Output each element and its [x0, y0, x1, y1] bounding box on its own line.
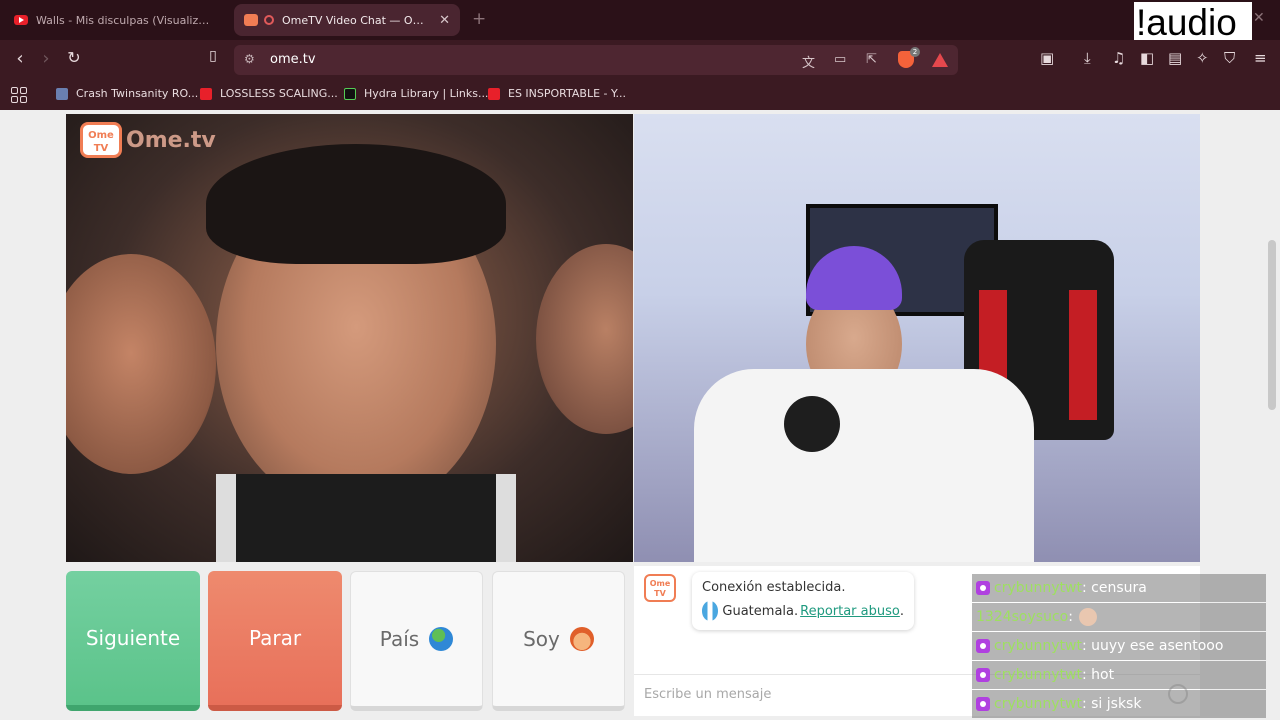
share-icon[interactable]: ⇱: [866, 52, 877, 67]
music-icon[interactable]: ♫: [1112, 49, 1125, 67]
report-suffix: .: [899, 603, 904, 619]
stream-chat-message: crybunnytwt : censura: [972, 574, 1266, 602]
new-tab-button[interactable]: +: [472, 9, 486, 29]
next-label: Siguiente: [85, 626, 181, 650]
page-scrollbar[interactable]: [1268, 240, 1276, 410]
chat-text: : censura: [1081, 580, 1147, 596]
bookmark-es-insportable[interactable]: ES INSPORTABLE - Y...: [488, 87, 626, 100]
stranger-country: Guatemala.: [722, 603, 799, 619]
tab-title: Walls - Mis disculpas (Visualizer) - Yo: [36, 13, 216, 27]
recording-icon: [264, 15, 274, 25]
site-info-icon[interactable]: ⚙: [244, 52, 255, 66]
country-label: País: [379, 627, 420, 651]
close-tab-icon[interactable]: ✕: [439, 13, 450, 28]
browser-toolbar: ‹ › ↻ ▯ ⚙ ome.tv 文 ▭ ⇱ 2 ▣ ⤓ ♫ ◧ ▤ ✧ ⛉ ≡: [0, 40, 1280, 80]
stream-chat-overlay: crybunnytwt : censura 1324soysuco : cryb…: [972, 574, 1266, 720]
stranger-shirt: [216, 474, 516, 562]
bookmark-label: Hydra Library | Links...: [364, 87, 489, 100]
leo-ai-icon[interactable]: ✧: [1196, 49, 1209, 67]
ometv-wordmark: Ome.tv: [126, 127, 216, 153]
game-icon: [56, 87, 68, 100]
tab-bar: Walls - Mis disculpas (Visualizer) - Yo …: [0, 0, 1280, 44]
reload-button[interactable]: ↻: [62, 48, 86, 67]
bookmark-lossless-scaling[interactable]: LOSSLESS SCALING...: [200, 87, 338, 100]
chat-username: crybunnytwt: [994, 638, 1082, 654]
next-button[interactable]: Siguiente: [66, 571, 200, 711]
globe-icon: [429, 627, 454, 651]
chat-username: crybunnytwt: [994, 667, 1082, 683]
bookmarks-bar: Crash Twinsanity RO... LOSSLESS SCALING.…: [0, 80, 1280, 110]
download-icon[interactable]: ⤓: [1084, 49, 1091, 67]
brave-rewards-icon[interactable]: [932, 53, 948, 67]
bookmark-label: LOSSLESS SCALING...: [220, 87, 338, 100]
connection-status: Conexión establecida.: [702, 580, 846, 595]
youtube-icon: [14, 15, 28, 25]
forward-button[interactable]: ›: [34, 48, 58, 69]
youtube-icon: [488, 87, 500, 100]
vpn-shield-icon[interactable]: ⛉: [1224, 49, 1235, 67]
chat-text: : si jsksk: [1081, 696, 1142, 712]
shields-count-badge: 2: [910, 47, 920, 57]
stop-label: Parar: [248, 626, 302, 650]
system-message: Conexión establecida. Guatemala. Reporta…: [692, 572, 914, 630]
apps-grid-icon[interactable]: [11, 87, 27, 103]
bookmark-crash-twinsanity[interactable]: Crash Twinsanity RO...: [56, 87, 198, 100]
sidebar-icon[interactable]: ◧: [1140, 49, 1154, 67]
gender-label: Soy: [523, 627, 560, 651]
microphone: [784, 396, 840, 452]
bookmark-icon[interactable]: ▯: [201, 48, 225, 64]
hydra-icon: [344, 87, 356, 100]
bookmark-hydra-library[interactable]: Hydra Library | Links...: [344, 87, 488, 100]
chat-username: crybunnytwt: [994, 696, 1082, 712]
address-bar[interactable]: ⚙ ome.tv 文 ▭ ⇱ 2: [234, 45, 958, 75]
ometv-tv-icon: Ome TV: [80, 122, 122, 158]
wallet-icon[interactable]: ▤: [1168, 49, 1182, 67]
gender-button[interactable]: Soy: [492, 571, 625, 711]
stream-chat-message: 1324soysuco :: [972, 603, 1266, 631]
twitch-badge-icon: [976, 639, 990, 653]
white-shirt: [694, 369, 1034, 562]
translate-icon[interactable]: 文: [802, 52, 815, 71]
window-close-icon[interactable]: ✕: [1253, 10, 1265, 26]
stream-chat-message: crybunnytwt : hot: [972, 661, 1266, 689]
audio-overlay-label: !audio: [1134, 2, 1252, 44]
bookmark-label: Crash Twinsanity RO...: [76, 87, 199, 100]
child-face-right: [536, 244, 633, 434]
ometv-logo: Ome TV Ome.tv: [80, 122, 216, 158]
bookmark-label: ES INSPORTABLE - Y...: [508, 87, 626, 100]
chat-username: crybunnytwt: [994, 580, 1082, 596]
country-button[interactable]: País: [350, 571, 483, 711]
ometv-favicon-icon: [244, 14, 258, 26]
stream-chat-message: crybunnytwt : si jsksk: [972, 690, 1266, 718]
url-text[interactable]: ome.tv: [270, 52, 316, 67]
guatemala-flag-icon: [702, 601, 719, 621]
stream-chat-message: crybunnytwt : uuyy ese asentooo: [972, 632, 1266, 660]
emote-icon: [1078, 608, 1097, 626]
ometv-chat-logo-icon: Ome TV: [644, 574, 676, 602]
twitch-badge-icon: [976, 581, 990, 595]
sidebar-panel-icon[interactable]: ▣: [1040, 49, 1054, 67]
child-face-left: [66, 254, 216, 474]
tab-youtube[interactable]: Walls - Mis disculpas (Visualizer) - Yo: [4, 4, 226, 36]
report-abuse-link[interactable]: Reportar abuso: [800, 604, 900, 619]
twitch-badge-icon: [976, 668, 990, 682]
stranger-video: Ome TV Ome.tv: [66, 114, 633, 562]
chat-text: :: [1068, 609, 1073, 625]
stop-button[interactable]: Parar: [208, 571, 342, 711]
cast-icon[interactable]: ▭: [834, 52, 846, 67]
boy-emoji-icon: [569, 627, 594, 651]
menu-icon[interactable]: ≡: [1254, 49, 1267, 67]
youtube-icon: [200, 87, 212, 100]
chat-username: 1324soysuco: [976, 609, 1069, 625]
twitch-badge-icon: [976, 697, 990, 711]
chat-text: : uuyy ese asentooo: [1081, 638, 1224, 654]
stranger-hair: [206, 144, 506, 264]
tab-title: OmeTV Video Chat — Omegl: [282, 13, 434, 27]
self-video: [634, 114, 1200, 562]
back-button[interactable]: ‹: [8, 48, 32, 69]
chat-text: : hot: [1081, 667, 1115, 683]
tab-ometv[interactable]: OmeTV Video Chat — Omegl ✕: [234, 4, 460, 36]
